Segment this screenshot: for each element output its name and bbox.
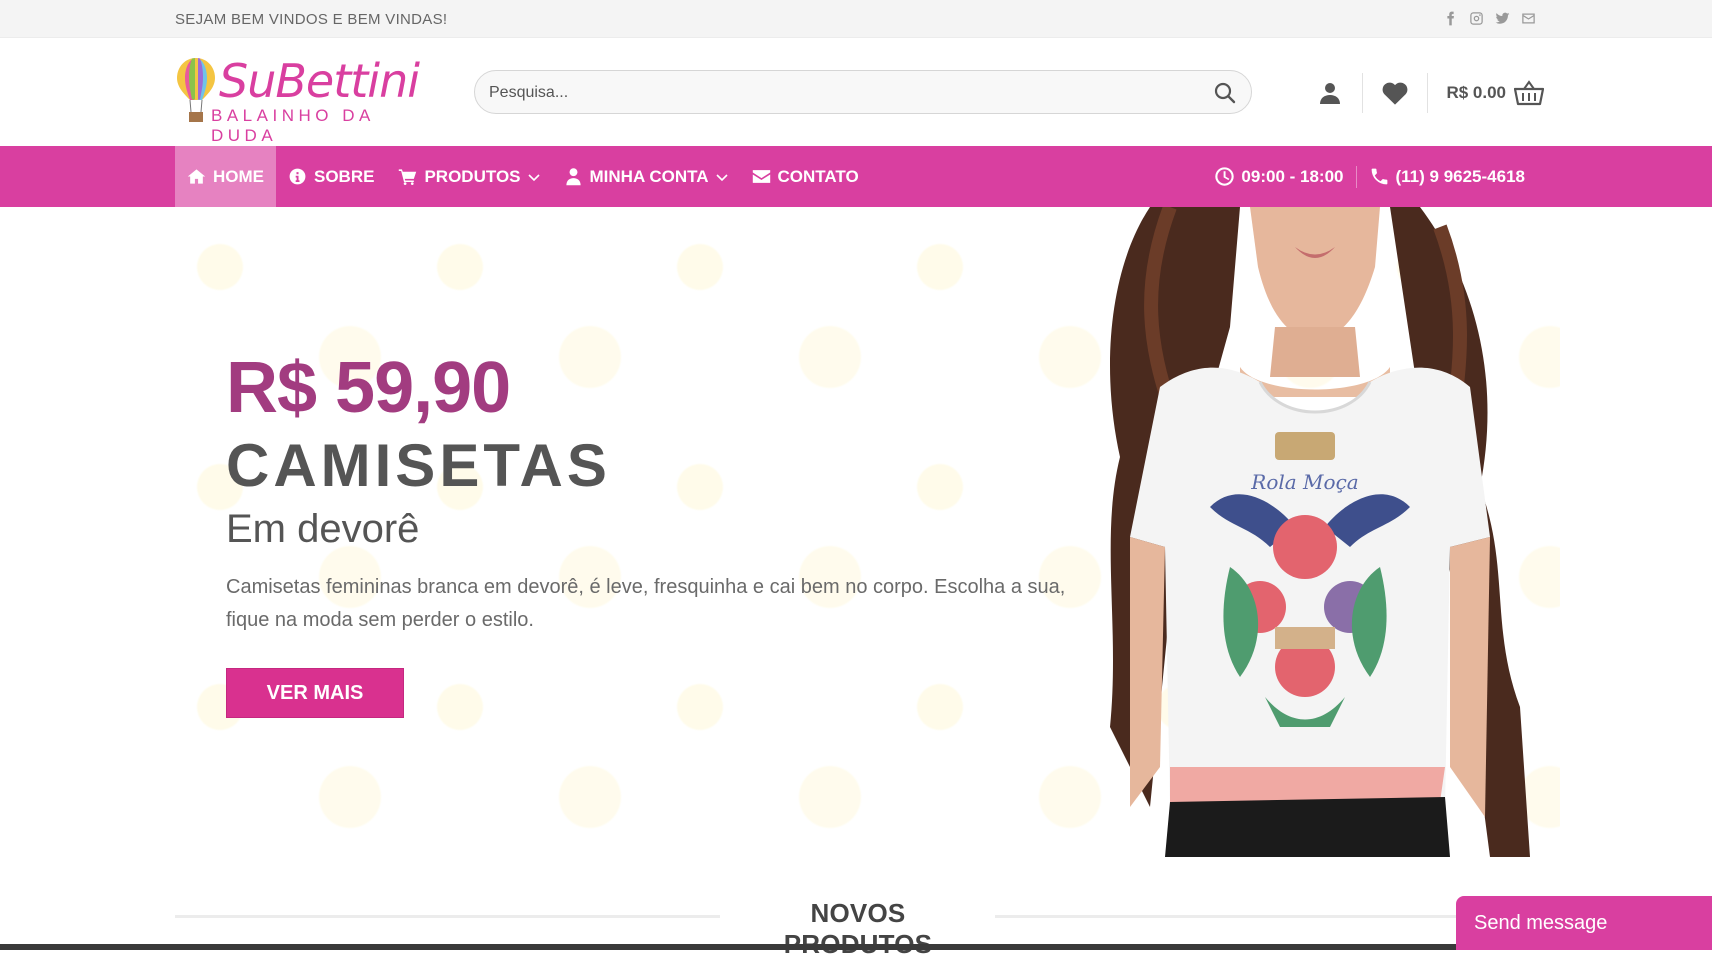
phone-text: (11) 9 9625-4618 bbox=[1395, 166, 1526, 186]
search-bar bbox=[474, 70, 1252, 114]
nav-item-label: SOBRE bbox=[314, 166, 375, 186]
phone-icon bbox=[1371, 168, 1387, 185]
hero-model-image: Rola Moça bbox=[1090, 207, 1560, 857]
mail-icon[interactable] bbox=[1519, 8, 1537, 28]
send-message-button[interactable]: Send message bbox=[1456, 896, 1712, 950]
welcome-message: SEJAM BEM VINDOS E BEM VINDAS! bbox=[175, 11, 448, 28]
brand-name: SuBettini bbox=[219, 54, 420, 108]
clock-icon bbox=[1215, 167, 1235, 186]
chevron-down-icon bbox=[527, 173, 540, 181]
facebook-icon[interactable] bbox=[1441, 8, 1459, 28]
svg-text:Rola Moça: Rola Moça bbox=[1250, 470, 1358, 494]
nav-item-contato[interactable]: CONTATO bbox=[740, 146, 871, 207]
phone-link[interactable]: (11) 9 9625-4618 bbox=[1357, 166, 1538, 187]
nav-menu: HOME SOBRE PRODUTOS MINHA CONTA CONTATO bbox=[175, 146, 871, 207]
hero-subtitle: Em devorê bbox=[226, 507, 420, 551]
cart-button[interactable]: R$ 0.00 bbox=[1428, 80, 1544, 106]
wishlist-heart-icon[interactable] bbox=[1363, 73, 1427, 113]
divider bbox=[175, 915, 720, 918]
nav-item-sobre[interactable]: SOBRE bbox=[276, 146, 386, 207]
business-hours: 09:00 - 18:00 bbox=[1202, 166, 1355, 187]
nav-item-label: PRODUTOS bbox=[424, 166, 521, 186]
hero-description: Camisetas femininas branca em devorê, é … bbox=[226, 576, 1066, 631]
user-icon bbox=[565, 168, 581, 186]
logo[interactable]: SuBettini BALAINHO DA DUDA bbox=[175, 54, 435, 145]
hero-title: CAMISETAS bbox=[226, 432, 611, 499]
social-links bbox=[1441, 8, 1537, 28]
section-title: NOVOS PRODUTOS bbox=[784, 898, 932, 959]
instagram-icon[interactable] bbox=[1467, 8, 1485, 28]
ver-mais-button[interactable]: VER MAIS bbox=[226, 668, 404, 718]
account-icon[interactable] bbox=[1298, 73, 1362, 113]
search-icon[interactable] bbox=[1213, 81, 1237, 105]
cart-icon bbox=[399, 169, 417, 185]
search-input[interactable] bbox=[489, 81, 1169, 105]
nav-item-minha-conta[interactable]: MINHA CONTA bbox=[552, 146, 740, 207]
hero-price: R$ 59,90 bbox=[226, 348, 511, 428]
hours-text: 09:00 - 18:00 bbox=[1241, 166, 1344, 186]
site-header: SuBettini BALAINHO DA DUDA R$ 0.00 bbox=[0, 38, 1712, 146]
header-actions: R$ 0.00 bbox=[1298, 73, 1544, 113]
twitter-icon[interactable] bbox=[1493, 8, 1511, 28]
divider bbox=[995, 915, 1465, 918]
contact-info: 09:00 - 18:00 (11) 9 9625-4618 bbox=[1202, 146, 1537, 207]
main-navigation: HOME SOBRE PRODUTOS MINHA CONTA CONTATO … bbox=[0, 146, 1712, 207]
hero-banner: R$ 59,90 CAMISETAS Em devorê Camisetas f… bbox=[0, 207, 1712, 857]
nav-item-label: HOME bbox=[213, 166, 264, 186]
home-icon bbox=[187, 169, 206, 184]
basket-icon bbox=[1514, 80, 1544, 106]
nav-item-produtos[interactable]: PRODUTOS bbox=[386, 146, 551, 207]
envelope-icon bbox=[752, 170, 770, 183]
nav-item-label: CONTATO bbox=[777, 166, 859, 186]
info-icon bbox=[289, 168, 306, 185]
nav-item-label: MINHA CONTA bbox=[589, 166, 709, 186]
brand-tagline: BALAINHO DA DUDA bbox=[211, 106, 374, 145]
chevron-down-icon bbox=[715, 173, 728, 181]
top-bar: SEJAM BEM VINDOS E BEM VINDAS! bbox=[0, 0, 1712, 38]
nav-item-home[interactable]: HOME bbox=[175, 146, 276, 207]
cart-amount: R$ 0.00 bbox=[1446, 83, 1506, 102]
